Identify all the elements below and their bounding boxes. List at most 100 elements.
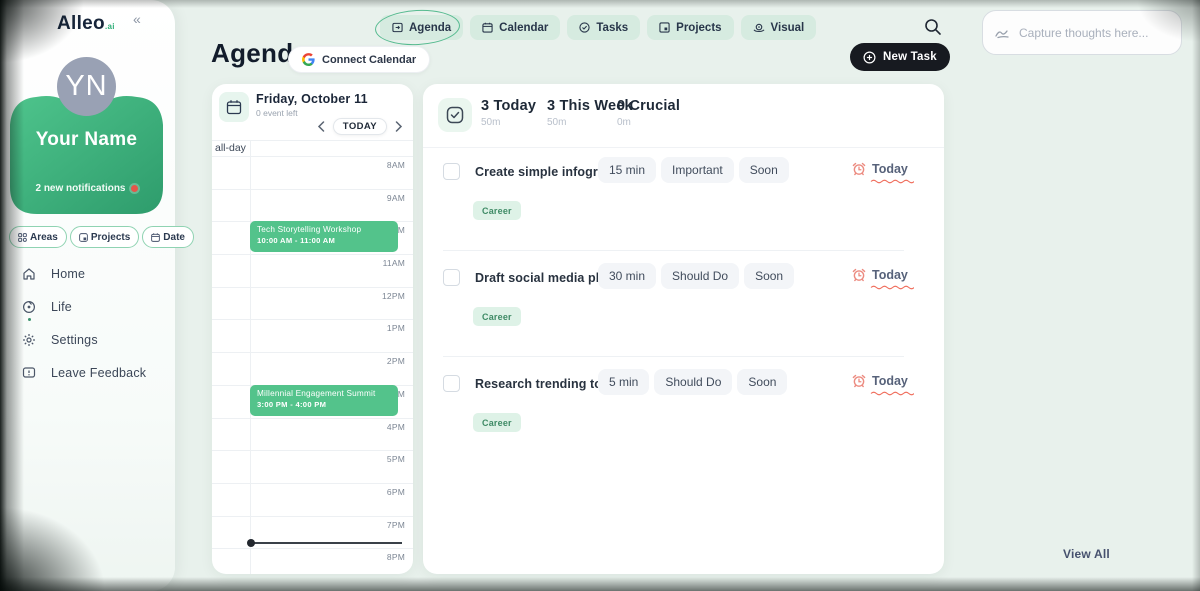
career-tag[interactable]: Career [473, 413, 521, 432]
next-day-chevron[interactable] [393, 121, 405, 133]
search-icon[interactable] [924, 18, 944, 38]
new-task-label: New Task [883, 51, 937, 63]
due-squiggle-underline [870, 285, 914, 290]
filter-date[interactable]: Date [142, 226, 194, 248]
current-time-dot[interactable] [247, 539, 255, 547]
stat-label: 3 Today [481, 98, 536, 114]
due-label: Today [872, 268, 908, 282]
google-icon [302, 53, 315, 66]
due-badge[interactable]: Today [852, 162, 908, 176]
hour-row[interactable]: 6PM [212, 483, 413, 516]
task-checkbox[interactable] [443, 163, 460, 180]
alarm-clock-icon [852, 162, 866, 176]
sidebar-item-leave-feedback[interactable]: Leave Feedback [22, 365, 146, 381]
sidebar-item-home[interactable]: Home [22, 266, 146, 282]
agenda-icon [392, 22, 403, 33]
task-divider [443, 356, 904, 357]
hour-row[interactable]: 4PM [212, 418, 413, 451]
projects-icon [659, 22, 670, 33]
all-day-label: all-day [215, 142, 246, 154]
quick-capture-box [982, 10, 1182, 55]
tab-projects[interactable]: Projects [647, 15, 733, 40]
sidebar-filters: Areas Projects Date [9, 226, 194, 248]
hour-label: 1PM [387, 323, 405, 333]
urgency-chip[interactable]: Soon [737, 369, 787, 395]
task-checkbox[interactable] [443, 375, 460, 392]
calendar-icon [482, 22, 493, 33]
prev-day-chevron[interactable] [315, 121, 327, 133]
avatar[interactable]: YN [57, 57, 116, 116]
task-chips: 15 min Important Soon [598, 157, 789, 183]
tab-label: Projects [676, 22, 721, 34]
career-tag[interactable]: Career [473, 307, 521, 326]
urgency-chip[interactable]: Soon [744, 263, 794, 289]
hour-row[interactable]: 2PM [212, 352, 413, 385]
sidebar-item-life[interactable]: Life [22, 299, 146, 315]
tab-calendar[interactable]: Calendar [470, 15, 560, 40]
life-target-icon [22, 300, 36, 314]
hour-row[interactable]: 1PM [212, 319, 413, 352]
all-day-row[interactable]: all-day [212, 141, 413, 156]
urgency-chip[interactable]: Soon [739, 157, 789, 183]
task-title[interactable]: Draft social media plan [475, 271, 614, 285]
hour-row[interactable]: 5PM [212, 450, 413, 483]
hour-row[interactable]: 9AM [212, 189, 413, 222]
new-task-button[interactable]: New Task [850, 43, 950, 71]
priority-chip[interactable]: Important [661, 157, 734, 183]
priority-chip[interactable]: Should Do [654, 369, 732, 395]
due-squiggle-underline [870, 391, 914, 396]
event-time: 3:00 PM - 4:00 PM [257, 400, 391, 409]
stat-crucial: 0 Crucial 0m [617, 98, 680, 128]
logo-suffix: .ai [105, 22, 115, 31]
quick-capture-input[interactable] [1019, 26, 1169, 40]
notifications-badge[interactable]: 2 new notifications [9, 183, 164, 194]
task-checkbox[interactable] [443, 269, 460, 286]
due-badge[interactable]: Today [852, 374, 908, 388]
view-all-link[interactable]: View All [1063, 547, 1110, 561]
header-divider [423, 147, 944, 148]
career-tag[interactable]: Career [473, 201, 521, 220]
app-window: Alleo.ai « Your Name 2 new notifications… [0, 0, 1200, 591]
hour-label: 2PM [387, 356, 405, 366]
alarm-clock-icon [852, 374, 866, 388]
hour-label: 6PM [387, 487, 405, 497]
due-badge[interactable]: Today [852, 268, 908, 282]
hour-row[interactable]: 8PM [212, 548, 413, 574]
filter-projects[interactable]: Projects [70, 226, 139, 248]
event-title: Millennial Engagement Summit [257, 389, 391, 398]
filter-label: Projects [91, 232, 130, 243]
filter-areas[interactable]: Areas [9, 226, 67, 248]
hour-row[interactable]: 12PM [212, 287, 413, 320]
menu-label: Leave Feedback [51, 366, 146, 380]
menu-label: Settings [51, 333, 98, 347]
tab-tasks[interactable]: Tasks [567, 15, 640, 40]
tab-agenda[interactable]: Agenda [380, 15, 463, 40]
calendar-event[interactable]: Millennial Engagement Summit 3:00 PM - 4… [250, 385, 398, 416]
duration-chip[interactable]: 30 min [598, 263, 656, 289]
hour-label: 8AM [387, 160, 405, 170]
hour-row[interactable]: 11AM [212, 254, 413, 287]
calendar-event[interactable]: Tech Storytelling Workshop 10:00 AM - 11… [250, 221, 398, 252]
menu-label: Home [51, 267, 85, 281]
duration-chip[interactable]: 5 min [598, 369, 649, 395]
plus-circle-icon [863, 51, 876, 64]
hour-row[interactable]: 8AM [212, 156, 413, 189]
due-squiggle-underline [870, 179, 914, 184]
menu-label: Life [51, 300, 72, 314]
duration-chip[interactable]: 15 min [598, 157, 656, 183]
tab-visual[interactable]: Visual [741, 15, 817, 40]
task-chips: 30 min Should Do Soon [598, 263, 794, 289]
due-label: Today [872, 374, 908, 388]
tab-label: Calendar [499, 22, 548, 34]
visual-icon [753, 22, 765, 33]
sidebar-collapse-icon[interactable]: « [133, 11, 141, 27]
tasks-panel-card: 3 Today 50m 3 This Week 50m 0 Crucial 0m… [423, 84, 944, 574]
sidebar-item-settings[interactable]: Settings [22, 332, 146, 348]
task-divider [443, 250, 904, 251]
connect-calendar-button[interactable]: Connect Calendar [288, 46, 430, 73]
calendar-date-title: Friday, October 11 [256, 92, 368, 106]
event-time: 10:00 AM - 11:00 AM [257, 236, 391, 245]
priority-chip[interactable]: Should Do [661, 263, 739, 289]
today-button[interactable]: TODAY [333, 118, 387, 135]
task-row: Research trending topics 5 min Should Do… [423, 372, 944, 478]
